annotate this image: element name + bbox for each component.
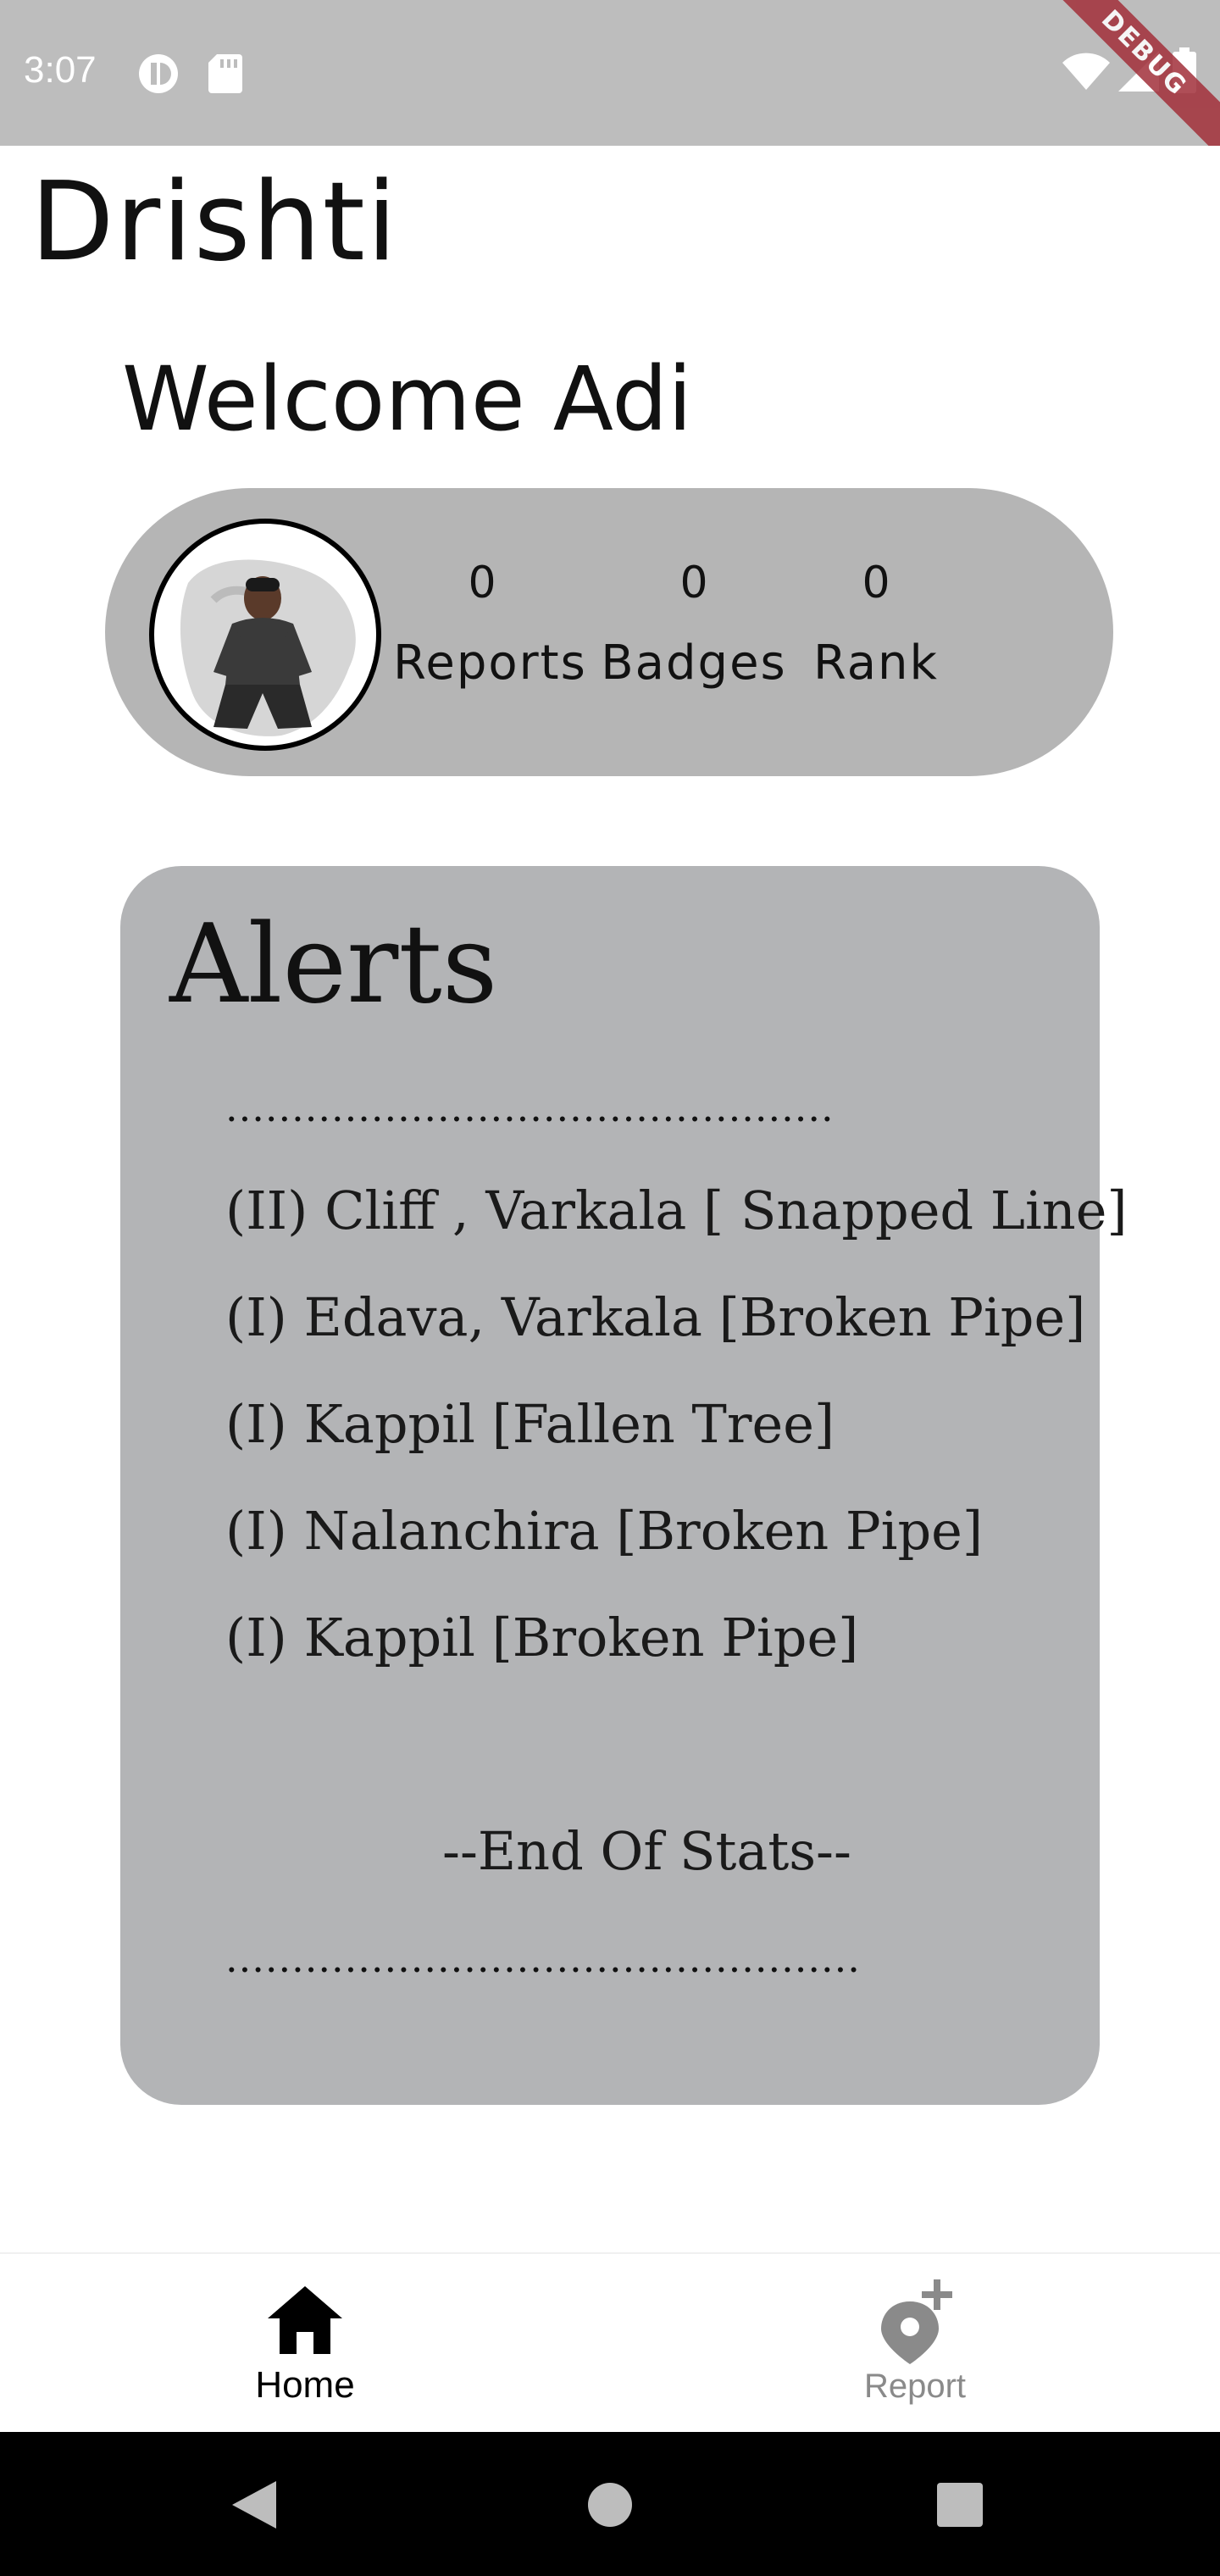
stat-reports-value: 0 bbox=[468, 558, 496, 608]
status-time: 3:07 bbox=[24, 49, 97, 91]
alerts-card: Alerts .................................… bbox=[120, 866, 1128, 2105]
app-title: Drishti bbox=[30, 159, 399, 286]
alerts-top-separator: ........................................… bbox=[225, 1085, 835, 1130]
wifi-icon bbox=[1062, 53, 1110, 95]
stat-badges-value: 0 bbox=[679, 558, 708, 608]
alert-item[interactable]: (I) Kappil [Fallen Tree] bbox=[225, 1393, 835, 1455]
alerts-end-text: --End Of Stats-- bbox=[442, 1820, 851, 1882]
privacy-icon bbox=[137, 53, 180, 98]
alerts-bottom-separator: ........................................… bbox=[225, 1935, 861, 1981]
avatar[interactable] bbox=[149, 519, 381, 751]
welcome-heading: Welcome Adi bbox=[122, 347, 693, 451]
home-circle-icon[interactable] bbox=[588, 2483, 632, 2530]
stat-badges: 0 Badges bbox=[601, 558, 787, 691]
recents-icon[interactable] bbox=[937, 2483, 983, 2530]
add-location-icon bbox=[881, 2279, 957, 2368]
sd-card-icon bbox=[208, 54, 242, 97]
profile-stats-card: 0 Reports 0 Badges 0 Rank bbox=[105, 488, 1113, 776]
alert-item[interactable]: (I) Edava, Varkala [Broken Pipe] bbox=[225, 1286, 1085, 1348]
status-bar: 3:07 DEBUG bbox=[0, 0, 1220, 146]
home-icon bbox=[268, 2286, 342, 2357]
alert-item[interactable]: (II) Cliff , Varkala [ Snapped Line] bbox=[225, 1180, 1128, 1241]
stat-rank-label: Rank bbox=[813, 636, 939, 691]
stat-reports-label: Reports bbox=[393, 636, 587, 691]
alert-item[interactable]: (I) Nalanchira [Broken Pipe] bbox=[225, 1500, 983, 1562]
bottom-navigation: Home Report bbox=[0, 2252, 1220, 2434]
nav-home-label: Home bbox=[255, 2364, 355, 2406]
nav-report[interactable]: Report bbox=[610, 2254, 1220, 2434]
nav-home[interactable]: Home bbox=[0, 2254, 610, 2434]
alerts-title: Alerts bbox=[169, 902, 498, 1028]
back-icon[interactable] bbox=[232, 2481, 276, 2532]
nav-report-label: Report bbox=[863, 2368, 967, 2405]
stat-rank: 0 Rank bbox=[808, 558, 944, 691]
stat-reports: 0 Reports bbox=[393, 558, 587, 691]
stat-badges-label: Badges bbox=[601, 636, 787, 691]
system-navigation-bar bbox=[0, 2432, 1220, 2576]
stat-rank-value: 0 bbox=[862, 558, 890, 608]
alert-item[interactable]: (I) Kappil [Broken Pipe] bbox=[225, 1607, 858, 1668]
